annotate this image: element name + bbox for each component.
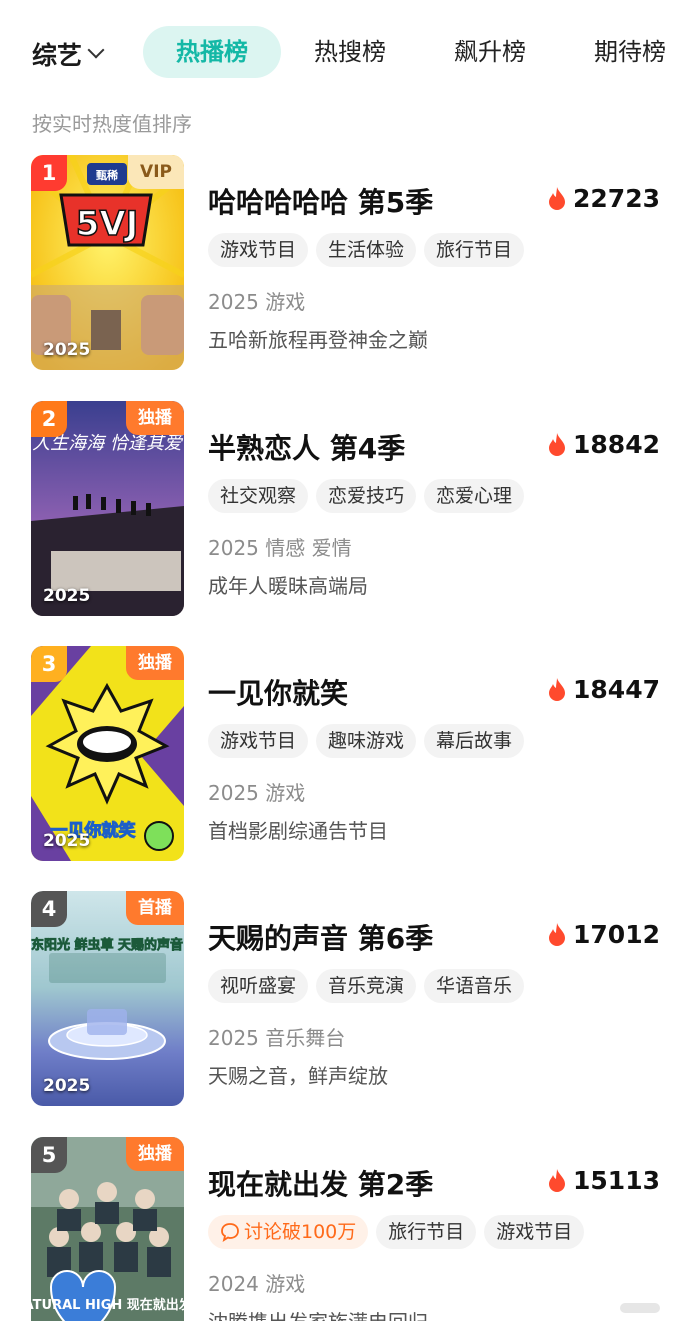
heat-score: 15113 [547, 1166, 660, 1195]
poster-image[interactable]: 人生海海 恰逢其爱 2 独播 2025 [31, 401, 184, 616]
chat-bubble-icon [221, 1223, 239, 1242]
list-item[interactable]: 东阳光 鲜虫草 天赐的声音 4 首播 2025 天赐的声音 第6季 17012 … [0, 891, 690, 1121]
tag[interactable]: 视听盛宴 [208, 969, 309, 1003]
flame-icon [549, 432, 566, 456]
tab-anticipated[interactable]: 期待榜 [580, 26, 680, 78]
rank-badge: 5 [31, 1137, 67, 1173]
rank-badge: 4 [31, 891, 67, 927]
flame-icon [549, 186, 566, 210]
heat-value: 18842 [573, 430, 660, 459]
list-item[interactable]: 纯甄 NATURAL HIGH 现在就出发 5 独播 现在就出发 第2季 151… [0, 1137, 690, 1321]
show-title[interactable]: 天赐的声音 第6季 [208, 917, 433, 957]
category-dropdown[interactable]: 综艺 [32, 36, 105, 72]
show-meta: 2024 游戏 [208, 1272, 306, 1296]
heat-value: 17012 [573, 920, 660, 949]
tag[interactable]: 音乐竞演 [316, 969, 417, 1003]
top-bar: 综艺 热播榜 热搜榜 飙升榜 期待榜 [0, 0, 690, 105]
tag[interactable]: 幕后故事 [424, 724, 525, 758]
tag-list: 社交观察 恋爱技巧 恋爱心理 [208, 479, 525, 513]
show-title[interactable]: 一见你就笑 [208, 672, 348, 712]
heat-value: 15113 [573, 1166, 660, 1195]
poster-year: 2025 [43, 831, 91, 851]
list-item[interactable]: 一见你就笑 3 独播 2025 一见你就笑 18447 游戏节目 趣味游戏 幕后… [0, 646, 690, 876]
exclusive-badge: 独播 [126, 1137, 184, 1171]
tag[interactable]: 游戏节目 [208, 233, 309, 267]
tag[interactable]: 趣味游戏 [316, 724, 417, 758]
tab-rising[interactable]: 飙升榜 [440, 26, 540, 78]
show-title[interactable]: 半熟恋人 第4季 [208, 427, 405, 467]
flame-icon [549, 1168, 566, 1192]
rank-badge: 2 [31, 401, 67, 437]
poster-logo-text: 5VJ [76, 204, 139, 244]
category-label: 综艺 [32, 41, 83, 70]
vip-badge: VIP [128, 155, 184, 189]
exclusive-badge: 独播 [126, 401, 184, 435]
poster-image[interactable]: 甄稀 5VJ 1 VIP 2025 [31, 155, 184, 370]
show-description: 首档影剧综通告节目 [208, 819, 388, 843]
tab-hot-search[interactable]: 热搜榜 [300, 26, 400, 78]
rank-badge: 3 [31, 646, 67, 682]
flame-icon [549, 677, 566, 701]
poster-image[interactable]: 东阳光 鲜虫草 天赐的声音 4 首播 2025 [31, 891, 184, 1106]
show-description: 沈腾携出发家族满电回归 [208, 1306, 428, 1321]
list-item[interactable]: 甄稀 5VJ 1 VIP 2025 哈哈哈哈哈 第5季 22723 游戏节目 生… [0, 155, 690, 385]
poster-year: 2025 [43, 586, 91, 606]
tag-list: 讨论破100万 旅行节目 游戏节目 [208, 1215, 585, 1249]
show-meta: 2025 游戏 [208, 781, 306, 805]
poster-year: 2025 [43, 1076, 91, 1096]
show-meta: 2025 情感 爱情 [208, 536, 352, 560]
show-meta: 2025 游戏 [208, 290, 306, 314]
flame-icon [549, 922, 566, 946]
heat-score: 22723 [547, 184, 660, 213]
poster-image[interactable]: 纯甄 NATURAL HIGH 现在就出发 5 独播 [31, 1137, 184, 1321]
heat-value: 18447 [573, 675, 660, 704]
heat-value: 22723 [573, 184, 660, 213]
tag[interactable]: 恋爱技巧 [316, 479, 417, 513]
tag-list: 游戏节目 趣味游戏 幕后故事 [208, 724, 525, 758]
show-description: 五哈新旅程再登神金之巅 [208, 328, 428, 352]
poster-image[interactable]: 一见你就笑 3 独播 2025 [31, 646, 184, 861]
premiere-badge: 首播 [126, 891, 184, 925]
discussion-tag[interactable]: 讨论破100万 [208, 1215, 369, 1249]
tag-list: 游戏节目 生活体验 旅行节目 [208, 233, 525, 267]
chevron-down-icon [87, 41, 105, 59]
show-title[interactable]: 哈哈哈哈哈 第5季 [208, 181, 433, 221]
tag[interactable]: 华语音乐 [424, 969, 525, 1003]
sort-hint: 按实时热度值排序 [32, 112, 192, 136]
tag[interactable]: 旅行节目 [424, 233, 525, 267]
poster-logo-text: 东阳光 鲜虫草 天赐的声音 [31, 937, 183, 953]
poster-year: 2025 [43, 340, 91, 360]
show-description: 天赐之音，鲜声绽放 [208, 1064, 388, 1088]
tag-list: 视听盛宴 音乐竞演 华语音乐 [208, 969, 525, 1003]
rank-badge: 1 [31, 155, 67, 191]
poster-logo-text: 纯甄 NATURAL HIGH 现在就出发 [31, 1297, 184, 1313]
tag[interactable]: 恋爱心理 [424, 479, 525, 513]
show-description: 成年人暖昧高端局 [208, 574, 368, 598]
tag[interactable]: 生活体验 [316, 233, 417, 267]
heat-score: 17012 [547, 920, 660, 949]
exclusive-badge: 独播 [126, 646, 184, 680]
show-meta: 2025 音乐舞台 [208, 1026, 346, 1050]
tag[interactable]: 游戏节目 [484, 1215, 585, 1249]
tag[interactable]: 社交观察 [208, 479, 309, 513]
list-item[interactable]: 人生海海 恰逢其爱 2 独播 2025 半熟恋人 第4季 18842 社交观察 … [0, 401, 690, 631]
show-title[interactable]: 现在就出发 第2季 [208, 1163, 433, 1203]
tag[interactable]: 旅行节目 [376, 1215, 477, 1249]
scroll-indicator[interactable] [620, 1303, 660, 1313]
tag[interactable]: 游戏节目 [208, 724, 309, 758]
tab-hot-play[interactable]: 热播榜 [143, 26, 281, 78]
tag-label: 讨论破100万 [244, 1221, 357, 1243]
svg-text:甄稀: 甄稀 [96, 168, 118, 182]
heat-score: 18447 [547, 675, 660, 704]
heat-score: 18842 [547, 430, 660, 459]
